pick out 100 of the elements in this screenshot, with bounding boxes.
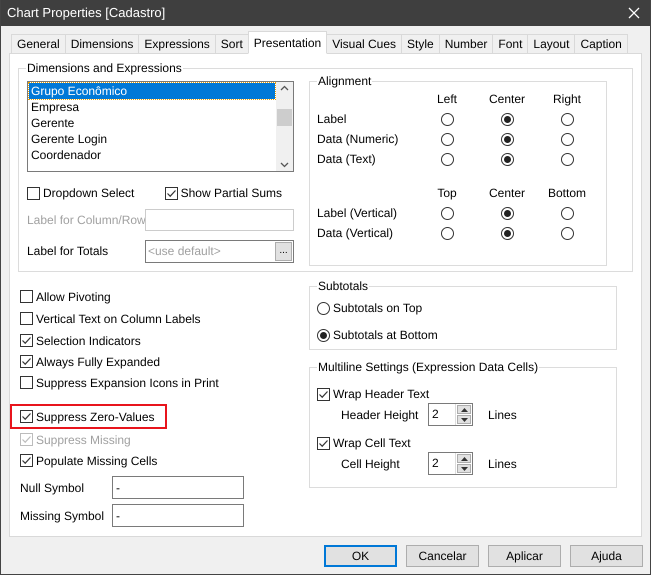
column-header: Right bbox=[552, 91, 581, 108]
radio-label: Subtotals at Bottom bbox=[333, 327, 438, 344]
input-field[interactable]: - bbox=[112, 504, 244, 527]
checkbox-label: Wrap Header Text bbox=[333, 386, 430, 403]
group-title: Multiline Settings (Expression Data Cells) bbox=[317, 360, 540, 374]
scroll-up-icon[interactable] bbox=[280, 85, 289, 91]
dialog-button[interactable]: Ajuda bbox=[570, 545, 643, 567]
radio-button[interactable] bbox=[500, 226, 514, 240]
window-title: Chart Properties [Cadastro] bbox=[7, 4, 166, 22]
checkbox-label: Allow Pivoting bbox=[36, 288, 111, 306]
checkbox[interactable] bbox=[20, 334, 33, 347]
field-label: Null Symbol bbox=[20, 480, 86, 496]
column-header: Left bbox=[436, 91, 457, 108]
scrollbar-thumb[interactable] bbox=[277, 109, 292, 126]
radio-button[interactable] bbox=[440, 112, 454, 126]
field-label: Label for Column/Row bbox=[27, 212, 145, 229]
input-field[interactable]: - bbox=[112, 476, 244, 499]
list-item[interactable]: Coordenador bbox=[29, 147, 275, 163]
column-header: Center bbox=[488, 91, 526, 108]
row-label: Label (Vertical) bbox=[317, 205, 398, 222]
check-icon bbox=[166, 188, 177, 198]
checkbox-label: Always Fully Expanded bbox=[36, 354, 160, 370]
radio-label: Subtotals on Top bbox=[333, 300, 422, 317]
tab[interactable]: General bbox=[11, 34, 66, 54]
check-icon bbox=[21, 411, 32, 422]
row-label: Data (Vertical) bbox=[317, 225, 394, 242]
radio-button[interactable] bbox=[560, 226, 574, 240]
spinner-value: 2 bbox=[431, 455, 440, 472]
spin-up-icon[interactable] bbox=[457, 405, 471, 414]
spin-down-icon[interactable] bbox=[457, 464, 471, 473]
unit-label: Lines bbox=[488, 456, 517, 472]
check-icon bbox=[21, 434, 32, 445]
tab[interactable]: Presentation bbox=[248, 31, 328, 54]
checkbox[interactable] bbox=[20, 410, 33, 423]
scroll-down-icon[interactable] bbox=[280, 162, 289, 168]
column-header: Top bbox=[437, 185, 457, 202]
checkbox-label: Vertical Text on Column Labels bbox=[36, 310, 201, 328]
number-spinner[interactable]: 2 bbox=[428, 452, 473, 475]
checkbox[interactable] bbox=[317, 436, 330, 450]
scrollbar[interactable] bbox=[276, 82, 293, 171]
checkbox[interactable] bbox=[317, 388, 330, 400]
row-label: Label bbox=[317, 111, 348, 128]
field-label: Cell Height bbox=[341, 456, 401, 472]
column-header: Bottom bbox=[548, 185, 586, 202]
checkbox-label: Suppress Expansion Icons in Print bbox=[36, 374, 219, 392]
dialog-button[interactable]: OK bbox=[324, 545, 397, 567]
dialog-button[interactable]: Cancelar bbox=[406, 545, 479, 567]
radio-button[interactable] bbox=[560, 152, 574, 166]
check-icon bbox=[318, 388, 329, 400]
checkbox[interactable] bbox=[20, 454, 33, 467]
radio-button[interactable] bbox=[440, 206, 454, 220]
checkbox[interactable] bbox=[27, 186, 40, 200]
checkbox-label: Suppress Zero-Values bbox=[36, 408, 154, 426]
radio-button[interactable] bbox=[560, 132, 574, 146]
group-title: Alignment bbox=[317, 74, 372, 88]
check-icon bbox=[21, 356, 32, 367]
field-label: Missing Symbol bbox=[20, 508, 106, 524]
field-label: Label for Totals bbox=[27, 243, 110, 260]
spinner-value: 2 bbox=[431, 406, 440, 423]
column-header: Center bbox=[488, 185, 526, 202]
list-item[interactable]: Empresa bbox=[29, 99, 275, 115]
row-label: Data (Numeric) bbox=[317, 131, 400, 148]
radio-button[interactable] bbox=[500, 206, 514, 220]
radio-button[interactable] bbox=[500, 152, 514, 166]
spin-up-icon[interactable] bbox=[457, 454, 471, 463]
checkbox[interactable] bbox=[20, 355, 33, 368]
unit-label: Lines bbox=[488, 406, 517, 424]
dialog-button[interactable]: Aplicar bbox=[488, 545, 561, 567]
checkbox-label: Populate Missing Cells bbox=[36, 452, 158, 470]
close-icon[interactable] bbox=[628, 7, 640, 19]
radio-button[interactable] bbox=[440, 132, 454, 146]
radio-button[interactable] bbox=[560, 206, 574, 220]
checkbox-label: Selection Indicators bbox=[36, 332, 141, 350]
field-label: Header Height bbox=[341, 406, 420, 424]
check-icon bbox=[318, 438, 329, 448]
radio-button[interactable] bbox=[317, 302, 330, 314]
checkbox[interactable] bbox=[20, 376, 33, 389]
checkbox[interactable] bbox=[20, 290, 33, 303]
checkbox-label: Suppress Missing bbox=[36, 432, 131, 448]
tab[interactable]: Caption bbox=[574, 34, 628, 54]
radio-button[interactable] bbox=[317, 328, 330, 342]
radio-button[interactable] bbox=[500, 132, 514, 146]
checkbox[interactable] bbox=[164, 186, 178, 200]
list-item[interactable]: Grupo Econômico bbox=[29, 83, 275, 99]
number-spinner[interactable]: 2 bbox=[428, 403, 473, 426]
group-title: Dimensions and Expressions bbox=[26, 61, 183, 75]
list-item[interactable]: Gerente Login bbox=[29, 131, 275, 147]
radio-button[interactable] bbox=[560, 112, 574, 126]
spin-down-icon[interactable] bbox=[457, 415, 471, 424]
list-item[interactable]: Gerente bbox=[29, 115, 275, 131]
radio-button[interactable] bbox=[440, 152, 454, 166]
row-label: Data (Text) bbox=[317, 151, 377, 168]
checkbox-label: Dropdown Select bbox=[43, 185, 134, 202]
checkbox[interactable] bbox=[20, 312, 33, 325]
input-field[interactable]: <use default> ... bbox=[145, 240, 294, 262]
radio-button[interactable] bbox=[500, 112, 514, 126]
checkbox-label: Show Partial Sums bbox=[180, 185, 282, 202]
radio-button[interactable] bbox=[440, 226, 454, 240]
check-icon bbox=[21, 335, 32, 346]
ellipsis-button[interactable]: ... bbox=[275, 242, 292, 260]
